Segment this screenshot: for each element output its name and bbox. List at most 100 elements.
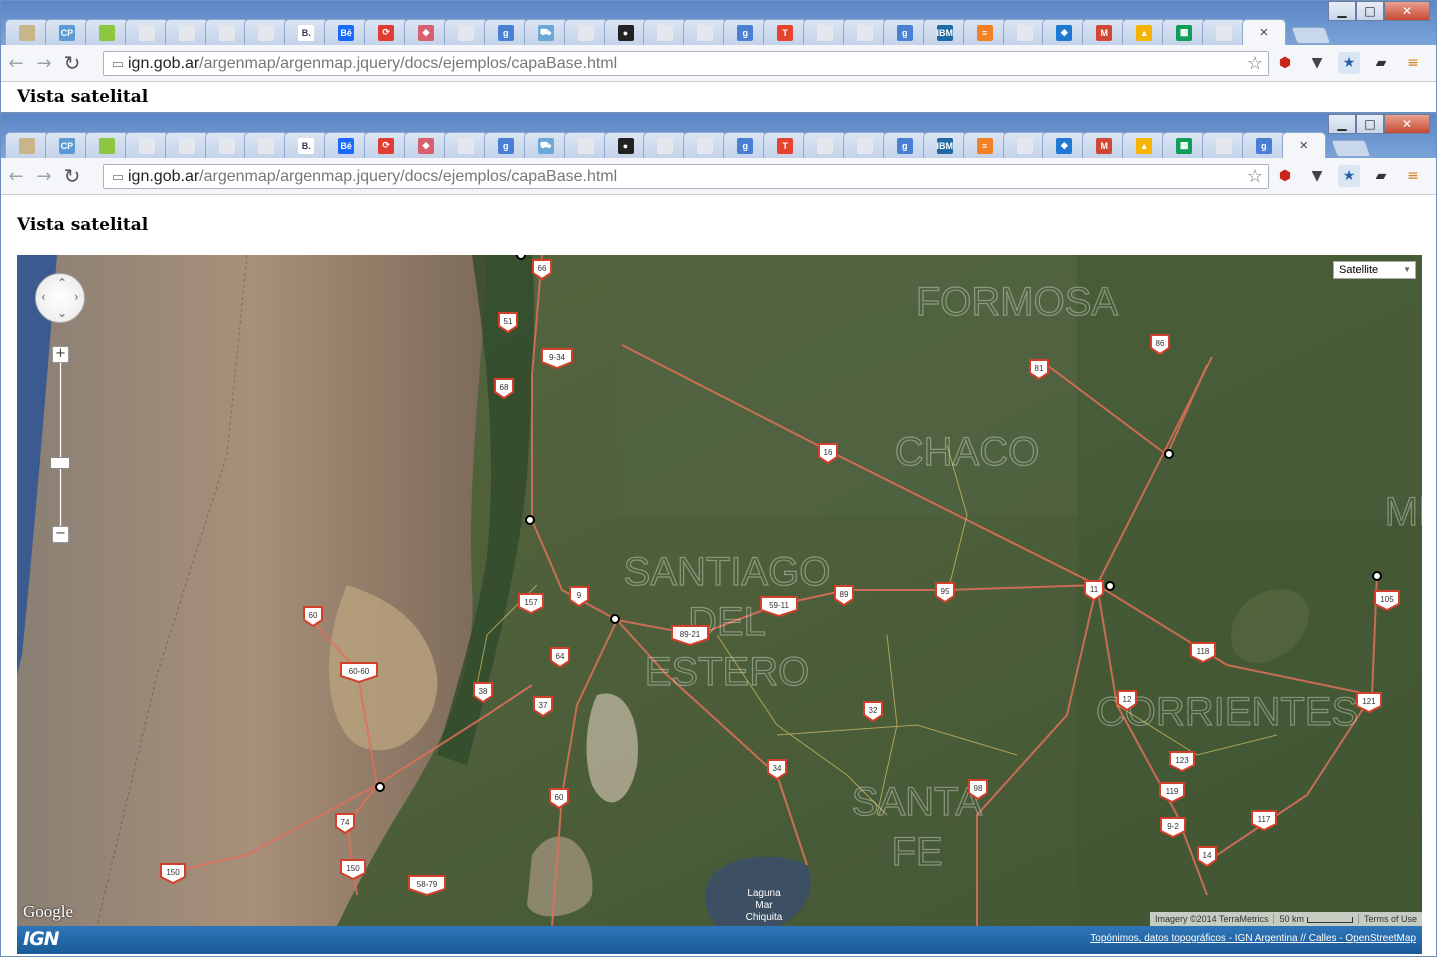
tab-cp[interactable]: CP [44, 132, 89, 158]
zoom-out-button[interactable]: − [52, 526, 69, 543]
address-bar[interactable]: ▭ ign.gob.ar/argenmap/argenmap.jquery/do… [103, 164, 1269, 189]
tab-sync[interactable]: ⟳ [364, 19, 409, 45]
tab-car[interactable]: ⛟ [523, 132, 568, 158]
tab-google[interactable]: g [882, 19, 927, 45]
close-tab-icon[interactable]: × [1256, 24, 1272, 41]
map-type-select[interactable]: Satellite ▼ [1333, 261, 1416, 279]
tab-page[interactable] [643, 19, 688, 45]
tab-page[interactable] [124, 19, 169, 45]
tab-github[interactable]: ● [603, 132, 648, 158]
zoom-slider-track[interactable] [59, 353, 62, 533]
adblock-icon[interactable]: ⬢ [1274, 165, 1296, 187]
tab-green-square[interactable] [84, 19, 129, 45]
pan-right-icon[interactable]: › [74, 290, 79, 304]
tab-stackoverflow[interactable]: ≡ [962, 132, 1007, 158]
attribution-link[interactable]: Topónimos, datos topográficos - IGN Arge… [1090, 933, 1416, 944]
tab-google[interactable]: g [1241, 132, 1286, 158]
maximize-button[interactable]: □ [1356, 1, 1384, 21]
tab-page[interactable] [683, 132, 728, 158]
tab-page[interactable] [1002, 19, 1047, 45]
tab-b[interactable]: B. [284, 19, 329, 45]
reload-button[interactable]: ↻ [59, 163, 85, 189]
tab-gmail[interactable]: M [1082, 19, 1127, 45]
tab-car[interactable]: ⛟ [523, 19, 568, 45]
menu-icon[interactable]: ≡ [1402, 52, 1424, 74]
tab-behance[interactable]: Bē [324, 19, 369, 45]
tab-diamond[interactable]: ◆ [1042, 19, 1087, 45]
tab-page[interactable] [683, 19, 728, 45]
bookmark-ext-icon[interactable]: ★ [1338, 52, 1360, 74]
tab-page[interactable] [164, 132, 209, 158]
tab-github[interactable]: ● [603, 19, 648, 45]
tab-active[interactable]: × [1241, 19, 1286, 45]
address-bar[interactable]: ▭ ign.gob.ar/argenmap/argenmap.jquery/do… [103, 51, 1269, 76]
bookmark-star-icon[interactable]: ☆ [1247, 166, 1263, 187]
folder-icon[interactable]: ▰ [1370, 52, 1392, 74]
zoom-in-button[interactable]: + [52, 346, 69, 363]
tab-ibm[interactable]: IBM [922, 132, 967, 158]
bookmark-star-icon[interactable]: ☆ [1247, 53, 1263, 74]
tab-google[interactable]: g [483, 132, 528, 158]
tab-google[interactable]: g [723, 132, 768, 158]
folder-icon[interactable]: ▰ [1370, 165, 1392, 187]
back-button[interactable]: ← [3, 50, 29, 76]
new-tab-button[interactable] [1290, 27, 1331, 44]
tab-diamond[interactable]: ◆ [1042, 132, 1087, 158]
menu-icon[interactable]: ≡ [1402, 165, 1424, 187]
tab-page[interactable] [803, 132, 847, 158]
tab-google[interactable]: g [723, 19, 768, 45]
tab-notebook[interactable] [5, 132, 49, 158]
forward-button[interactable]: → [31, 50, 57, 76]
pan-down-icon[interactable]: ⌄ [57, 306, 67, 320]
tab-page[interactable] [443, 19, 488, 45]
tab-cp[interactable]: CP [44, 19, 89, 45]
reload-button[interactable]: ↻ [59, 50, 85, 76]
tab-stackoverflow[interactable]: ≡ [962, 19, 1007, 45]
tab-page[interactable] [842, 132, 887, 158]
minimize-button[interactable]: ▁ [1328, 114, 1356, 134]
satellite-map[interactable]: FORMOSA CHACO SANTIAGO DEL ESTERO CORRIENTES S… [17, 255, 1422, 926]
page-info-icon[interactable]: ▭ [108, 56, 128, 72]
tab-google[interactable]: g [483, 19, 528, 45]
pocket-icon[interactable]: ▼ [1306, 165, 1328, 187]
tab-behance[interactable]: Bē [324, 132, 369, 158]
tab-page[interactable] [563, 132, 608, 158]
tab-page[interactable] [842, 19, 887, 45]
zoom-slider-handle[interactable] [50, 457, 70, 469]
pocket-icon[interactable]: ▼ [1306, 52, 1328, 74]
tab-gmail[interactable]: M [1082, 132, 1127, 158]
tab-page[interactable] [244, 132, 289, 158]
tab-page[interactable] [1202, 132, 1246, 158]
new-tab-button[interactable] [1330, 140, 1371, 157]
tab-notebook[interactable] [5, 19, 49, 45]
page-info-icon[interactable]: ▭ [108, 169, 128, 185]
pan-left-icon[interactable]: ‹ [41, 290, 46, 304]
tab-sheets[interactable]: ▦ [1162, 132, 1207, 158]
tab-drive[interactable]: ▲ [1122, 132, 1167, 158]
forward-button[interactable]: → [31, 163, 57, 189]
tab-page[interactable] [643, 132, 688, 158]
tab-b[interactable]: B. [284, 132, 329, 158]
close-window-button[interactable]: ✕ [1384, 114, 1430, 134]
tab-active[interactable]: × [1281, 132, 1326, 158]
pan-up-icon[interactable]: ⌃ [57, 276, 67, 290]
adblock-icon[interactable]: ⬢ [1274, 52, 1296, 74]
minimize-button[interactable]: ▁ [1328, 1, 1356, 21]
tab-page[interactable] [164, 19, 209, 45]
terms-of-use-link[interactable]: Terms of Use [1357, 914, 1422, 924]
tab-google[interactable]: g [882, 132, 927, 158]
tab-page[interactable] [244, 19, 289, 45]
tab-page[interactable] [1202, 19, 1246, 45]
tab-sync[interactable]: ⟳ [364, 132, 409, 158]
tab-page[interactable] [124, 132, 169, 158]
tab-t[interactable]: T [763, 132, 808, 158]
tab-ibm[interactable]: IBM [922, 19, 967, 45]
back-button[interactable]: ← [3, 163, 29, 189]
tab-page[interactable] [1002, 132, 1047, 158]
tab-green-square[interactable] [84, 132, 129, 158]
tab-cube[interactable]: ◆ [404, 19, 448, 45]
tab-page[interactable] [803, 19, 847, 45]
tab-page[interactable] [443, 132, 488, 158]
close-tab-icon[interactable]: × [1296, 137, 1312, 154]
tab-page[interactable] [563, 19, 608, 45]
